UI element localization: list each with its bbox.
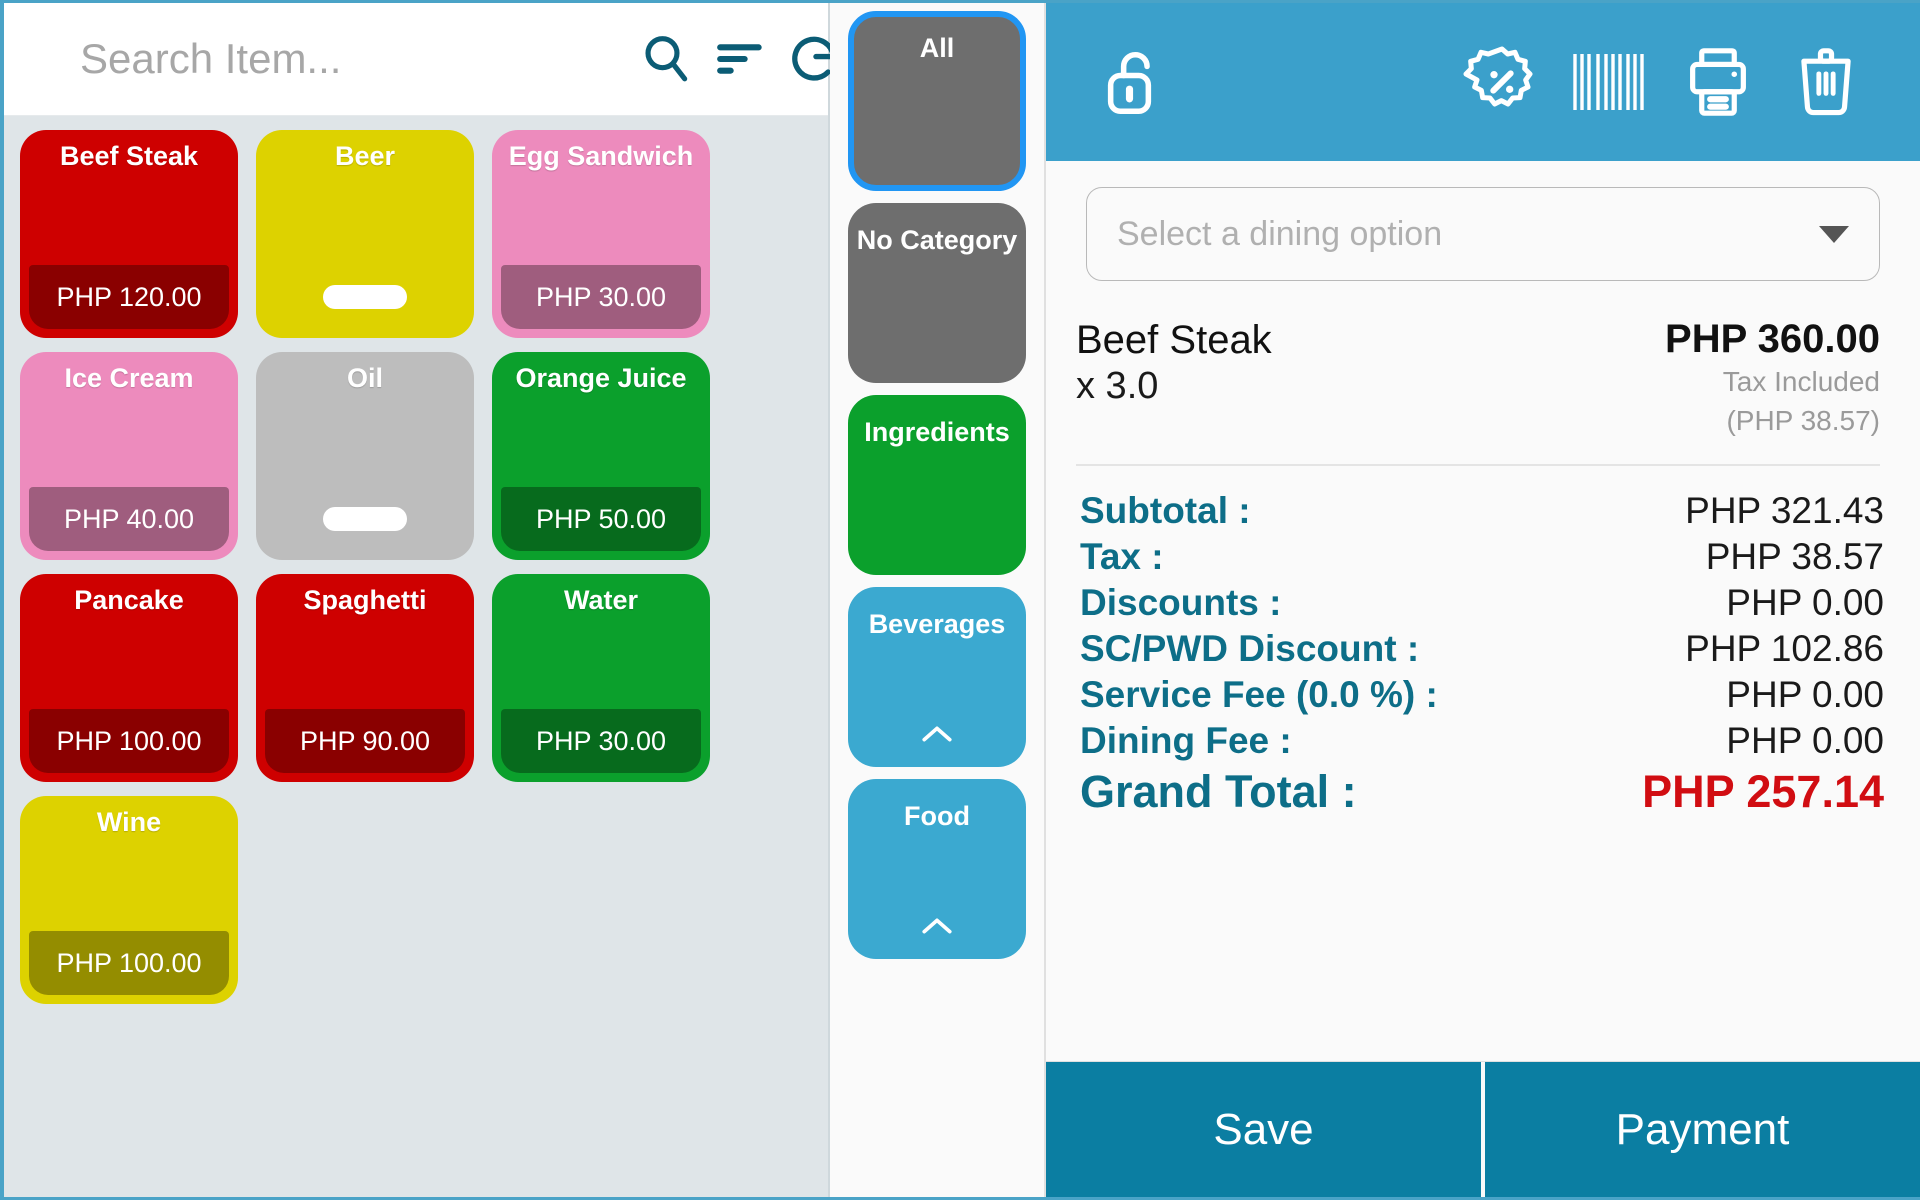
cart-item-name: Beef Steak	[1076, 318, 1272, 362]
total-label: Grand Total :	[1080, 765, 1357, 817]
total-value: PHP 38.57	[1705, 536, 1884, 578]
items-scroll-area[interactable]: Beef Steak PHP 120.00 Beer Egg Sandwich PHP …	[4, 116, 828, 1197]
total-value: PHP 0.00	[1726, 673, 1884, 715]
total-value: PHP 102.86	[1685, 628, 1884, 670]
cart-item-tax-amount: (PHP 38.57)	[1726, 404, 1880, 436]
total-value: PHP 0.00	[1726, 582, 1884, 624]
payment-button[interactable]: Payment	[1485, 1062, 1920, 1197]
item-price-loading-placeholder	[265, 265, 465, 329]
total-label: Tax :	[1080, 536, 1164, 578]
items-grid: Beef Steak PHP 120.00 Beer Egg Sandwich PHP …	[20, 130, 816, 1004]
item-tile-price: PHP 30.00	[501, 709, 701, 773]
total-row: Discounts : PHP 0.00	[1080, 580, 1884, 626]
category-button-ingredients[interactable]: Ingredients	[848, 395, 1026, 575]
item-tile[interactable]: Wine PHP 100.00	[20, 796, 238, 1004]
item-tile-name: Spaghetti	[303, 585, 427, 615]
total-row: Dining Fee : PHP 0.00	[1080, 718, 1884, 764]
item-tile[interactable]: Ice Cream PHP 40.00	[20, 352, 238, 560]
trash-icon[interactable]	[1772, 43, 1880, 121]
order-toolbar	[1046, 3, 1920, 161]
cart-item-info: Beef Steak x 3.0	[1076, 317, 1272, 409]
chevron-down-icon	[1819, 225, 1849, 243]
item-tile-price: PHP 100.00	[29, 709, 229, 773]
dining-option-placeholder: Select a dining option	[1117, 214, 1443, 253]
total-label: Subtotal :	[1080, 490, 1251, 532]
item-tile-price: PHP 100.00	[29, 931, 229, 995]
total-label: Dining Fee :	[1080, 719, 1292, 761]
sort-icon[interactable]	[703, 22, 777, 96]
total-label: Service Fee (0.0 %) :	[1080, 673, 1438, 715]
category-button-all[interactable]: All	[848, 11, 1026, 191]
cart-item-qty: x 3.0	[1076, 365, 1159, 408]
chevron-up-icon[interactable]	[848, 723, 1026, 745]
item-price-loading-placeholder	[265, 487, 465, 551]
item-tile[interactable]: Water PHP 30.00	[492, 574, 710, 782]
category-button-beverages[interactable]: Beverages	[848, 587, 1026, 767]
item-tile-name: Pancake	[74, 585, 184, 615]
discount-percent-icon[interactable]	[1448, 42, 1556, 122]
category-label: All	[919, 33, 955, 63]
item-tile[interactable]: Orange Juice PHP 50.00	[492, 352, 710, 560]
item-tile[interactable]: Beef Steak PHP 120.00	[20, 130, 238, 338]
item-tile-price: PHP 40.00	[29, 487, 229, 551]
item-tile-price: PHP 90.00	[265, 709, 465, 773]
category-label: No Category	[856, 225, 1018, 255]
cart-row[interactable]: Beef Steak x 3.0 PHP 360.00 Tax Included (PH…	[1076, 317, 1880, 467]
category-button-food[interactable]: Food	[848, 779, 1026, 959]
total-value: PHP 257.14	[1642, 765, 1884, 817]
cart-item-amounts: PHP 360.00 Tax Included (PHP 38.57)	[1665, 317, 1880, 438]
grand-total-row: Grand Total : PHP 257.14	[1080, 764, 1884, 820]
item-tile-name: Ice Cream	[64, 363, 194, 393]
item-tile[interactable]: Spaghetti PHP 90.00	[256, 574, 474, 782]
category-label: Food	[904, 801, 970, 831]
item-tile[interactable]: Pancake PHP 100.00	[20, 574, 238, 782]
cart-item-tax-label: Tax Included	[1722, 366, 1880, 397]
printer-icon[interactable]	[1664, 43, 1772, 121]
category-label: Ingredients	[864, 417, 1010, 447]
dining-option-select[interactable]: Select a dining option	[1086, 187, 1880, 281]
search-input[interactable]	[72, 35, 629, 83]
loading-bar	[323, 507, 407, 531]
loading-bar	[323, 285, 407, 309]
total-row: SC/PWD Discount : PHP 102.86	[1080, 626, 1884, 672]
cart-list: Beef Steak x 3.0 PHP 360.00 Tax Included (PH…	[1046, 281, 1920, 467]
cart-item-amount: PHP 360.00	[1665, 317, 1880, 361]
total-label: Discounts :	[1080, 582, 1282, 624]
item-tile-price: PHP 30.00	[501, 265, 701, 329]
search-icon[interactable]	[629, 22, 703, 96]
total-row: Tax : PHP 38.57	[1080, 534, 1884, 580]
item-tile-name: Oil	[346, 363, 383, 393]
item-tile-name: Beer	[334, 141, 396, 171]
total-value: PHP 321.43	[1685, 490, 1884, 532]
pos-app: Beef Steak PHP 120.00 Beer Egg Sandwich PHP …	[0, 0, 1920, 1200]
item-tile-price: PHP 120.00	[29, 265, 229, 329]
item-tile-name: Egg Sandwich	[508, 141, 694, 171]
total-row: Service Fee (0.0 %) : PHP 0.00	[1080, 672, 1884, 718]
item-tile-name: Beef Steak	[59, 141, 199, 171]
order-panel: Select a dining option Beef Steak x 3.0 PH…	[1044, 3, 1920, 1197]
barcode-icon[interactable]	[1556, 47, 1664, 117]
order-actions: Save Payment	[1046, 1061, 1920, 1197]
unlock-icon[interactable]	[1082, 43, 1190, 121]
item-tile[interactable]: Beer	[256, 130, 474, 338]
items-panel: Beef Steak PHP 120.00 Beer Egg Sandwich PHP …	[4, 3, 836, 1197]
totals-section: Subtotal : PHP 321.43 Tax : PHP 38.57 Discou…	[1046, 466, 1920, 1061]
category-panel[interactable]: All No Category Ingredients Beverages Food	[830, 3, 1044, 1197]
category-button-no-category[interactable]: No Category	[848, 203, 1026, 383]
dining-option-wrap: Select a dining option	[1046, 161, 1920, 281]
total-row: Subtotal : PHP 321.43	[1080, 488, 1884, 534]
item-tile[interactable]: Oil	[256, 352, 474, 560]
category-label: Beverages	[868, 609, 1006, 639]
chevron-up-icon[interactable]	[848, 915, 1026, 937]
item-tile-name: Orange Juice	[515, 363, 687, 393]
total-value: PHP 0.00	[1726, 719, 1884, 761]
item-tile[interactable]: Egg Sandwich PHP 30.00	[492, 130, 710, 338]
item-tile-name: Wine	[96, 807, 162, 837]
save-button[interactable]: Save	[1046, 1062, 1481, 1197]
search-bar	[4, 3, 836, 116]
item-tile-price: PHP 50.00	[501, 487, 701, 551]
item-tile-name: Water	[563, 585, 638, 615]
total-label: SC/PWD Discount :	[1080, 628, 1420, 670]
